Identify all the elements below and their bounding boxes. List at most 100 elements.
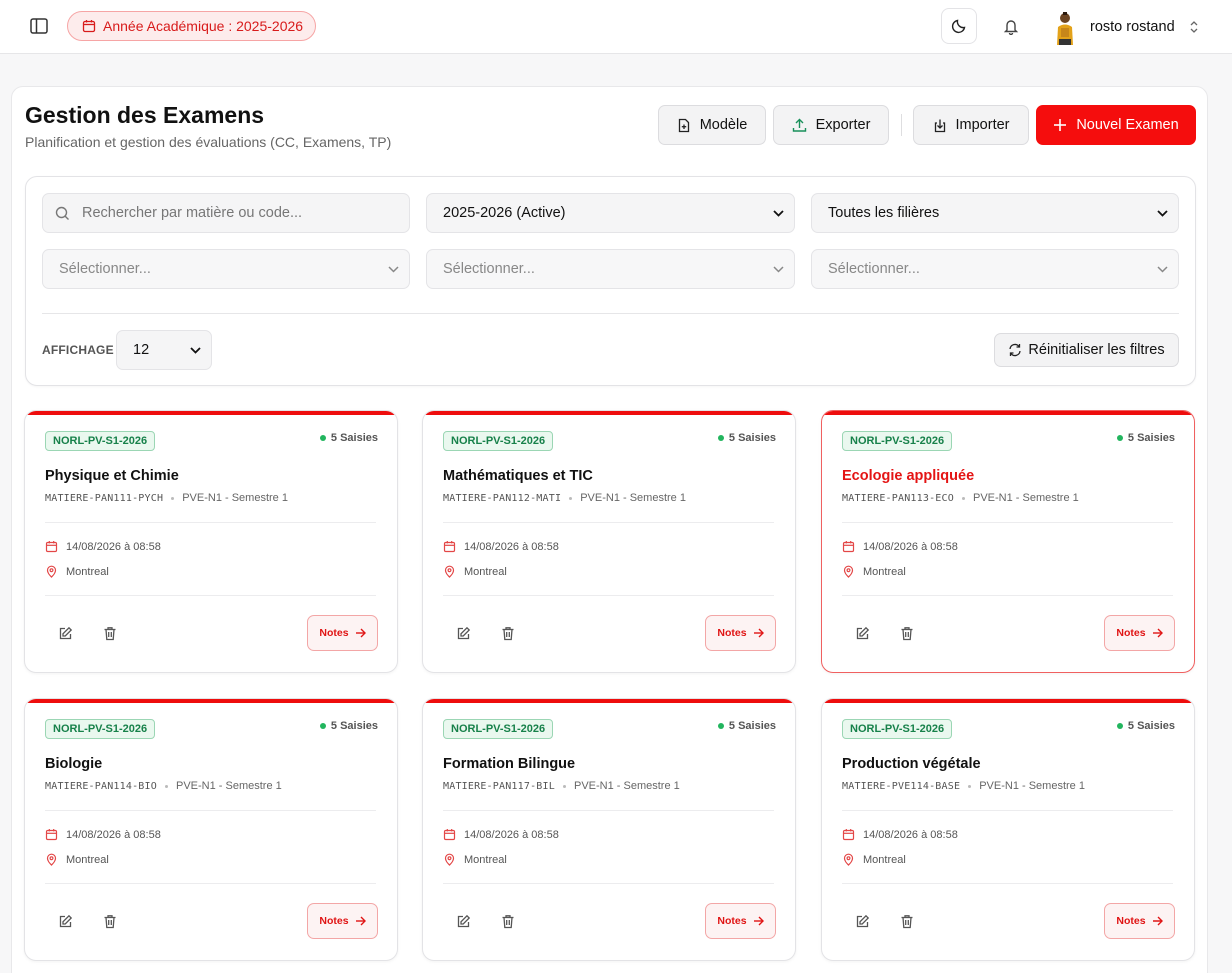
notes-button[interactable]: Notes — [705, 615, 776, 651]
exam-card[interactable]: NORL-PV-S1-2026 5 Saisies Production vég… — [821, 698, 1195, 961]
academic-year-badge[interactable]: Année Académique : 2025-2026 — [67, 11, 317, 41]
notes-button-label: Notes — [319, 915, 349, 927]
template-button[interactable]: Modèle — [658, 105, 766, 145]
trash-icon — [900, 626, 914, 641]
exam-date-label: 14/08/2026 à 08:58 — [464, 540, 559, 553]
trash-icon — [501, 626, 515, 641]
calendar-icon — [45, 828, 58, 841]
reset-filters-button[interactable]: Réinitialiser les filtres — [994, 333, 1179, 367]
card-divider — [443, 595, 774, 596]
edit-button[interactable] — [852, 911, 872, 931]
card-divider — [45, 883, 376, 884]
edit-button[interactable] — [453, 623, 473, 643]
subject-code: MATIERE-PAN113-ECO — [842, 492, 954, 504]
entries-count: 5 Saisies — [1116, 432, 1175, 444]
arrow-right-icon — [1152, 916, 1163, 926]
page-subtitle: Planification et gestion des évaluations… — [25, 134, 392, 150]
pencil-square-icon — [456, 626, 471, 641]
edit-button[interactable] — [55, 911, 75, 931]
top-bar: Année Académique : 2025-2026 rosto rosta… — [0, 0, 1232, 54]
entries-count: 5 Saisies — [1116, 720, 1175, 732]
exam-date: 14/08/2026 à 08:58 — [842, 828, 958, 841]
notes-button[interactable]: Notes — [307, 903, 378, 939]
calendar-icon — [443, 540, 456, 553]
exam-card[interactable]: NORL-PV-S1-2026 5 Saisies Formation Bili… — [422, 698, 796, 961]
exam-title: Production végétale — [842, 756, 981, 772]
notes-button[interactable]: Notes — [1104, 903, 1175, 939]
arrow-right-icon — [753, 916, 764, 926]
academic-year-select-value: 2025-2026 (Active) — [443, 205, 566, 221]
card-divider — [443, 810, 774, 811]
filter-select-2[interactable]: Sélectionner... — [426, 249, 795, 289]
meta-separator — [171, 496, 175, 500]
user-name: rosto rostand — [1090, 19, 1175, 35]
delete-button[interactable] — [897, 623, 917, 643]
exam-meta: MATIERE-PAN113-ECO PVE-N1 - Semestre 1 — [842, 492, 1079, 504]
entries-count: 5 Saisies — [319, 432, 378, 444]
filters-card: Rechercher par matière ou code... 2025-2… — [25, 176, 1196, 386]
chevron-down-icon — [190, 346, 201, 354]
entries-count-label: 5 Saisies — [728, 720, 776, 732]
subject-code: MATIERE-PAN112-MATI — [443, 492, 562, 504]
filter-select-3[interactable]: Sélectionner... — [811, 249, 1179, 289]
notes-button[interactable]: Notes — [307, 615, 378, 651]
user-menu[interactable]: rosto rostand — [1050, 8, 1199, 46]
filiere-select-value: Toutes les filières — [828, 205, 940, 221]
exam-date: 14/08/2026 à 08:58 — [842, 540, 958, 553]
meta-separator — [569, 496, 573, 500]
notes-button[interactable]: Notes — [1104, 615, 1175, 651]
notes-button[interactable]: Notes — [705, 903, 776, 939]
bell-icon — [1003, 18, 1019, 35]
refresh-icon — [1008, 343, 1022, 357]
page-size-select[interactable]: 12 — [116, 330, 212, 370]
filiere-select[interactable]: Toutes les filières — [811, 193, 1179, 233]
new-exam-button[interactable]: Nouvel Examen — [1036, 105, 1196, 145]
export-button[interactable]: Exporter — [773, 105, 889, 145]
notifications-button[interactable] — [999, 14, 1023, 38]
delete-button[interactable] — [897, 911, 917, 931]
delete-button[interactable] — [100, 623, 120, 643]
level-semester: PVE-N1 - Semestre 1 — [175, 780, 282, 792]
delete-button[interactable] — [498, 623, 518, 643]
edit-button[interactable] — [852, 623, 872, 643]
status-dot — [1116, 723, 1123, 729]
download-icon — [933, 118, 947, 133]
edit-button[interactable] — [453, 911, 473, 931]
exam-date-label: 14/08/2026 à 08:58 — [66, 540, 161, 553]
entries-count-label: 5 Saisies — [330, 432, 378, 444]
card-divider — [842, 522, 1173, 523]
pencil-square-icon — [855, 626, 870, 641]
exam-title: Ecologie appliquée — [842, 468, 975, 484]
exam-title: Physique et Chimie — [45, 468, 179, 484]
level-semester: PVE-N1 - Semestre 1 — [972, 492, 1079, 504]
delete-button[interactable] — [498, 911, 518, 931]
meta-separator — [968, 784, 972, 788]
exam-card[interactable]: NORL-PV-S1-2026 5 Saisies Physique et Ch… — [24, 410, 398, 673]
calendar-icon — [842, 828, 855, 841]
theme-toggle-button[interactable] — [941, 8, 977, 44]
search-input[interactable]: Rechercher par matière ou code... — [42, 193, 410, 233]
level-semester: PVE-N1 - Semestre 1 — [182, 492, 288, 504]
delete-button[interactable] — [100, 911, 120, 931]
level-semester: PVE-N1 - Semestre 1 — [573, 780, 680, 792]
import-button[interactable]: Importer — [913, 105, 1029, 145]
notes-button-label: Notes — [717, 627, 747, 639]
exam-card[interactable]: NORL-PV-S1-2026 5 Saisies Biologie MATIE… — [24, 698, 398, 961]
exam-card[interactable]: NORL-PV-S1-2026 5 Saisies Mathématiques … — [422, 410, 796, 673]
sidebar-toggle-icon[interactable] — [27, 15, 51, 37]
exam-card[interactable]: NORL-PV-S1-2026 5 Saisies Ecologie appli… — [821, 410, 1195, 673]
academic-year-select[interactable]: 2025-2026 (Active) — [426, 193, 795, 233]
exam-title: Mathématiques et TIC — [443, 468, 593, 484]
entries-count: 5 Saisies — [717, 720, 776, 732]
filter-select-1-placeholder: Sélectionner... — [59, 261, 151, 277]
entries-count-label: 5 Saisies — [1127, 720, 1175, 732]
calendar-icon — [82, 19, 96, 33]
subject-code: MATIERE-PAN117-BIL — [443, 780, 555, 792]
chevron-down-icon — [1157, 209, 1168, 217]
import-button-label: Importer — [955, 117, 1010, 133]
exam-location-label: Montreal — [863, 565, 906, 578]
edit-button[interactable] — [55, 623, 75, 643]
card-divider — [842, 810, 1173, 811]
subject-code: MATIERE-PAN111-PYCH — [45, 492, 164, 504]
filter-select-1[interactable]: Sélectionner... — [42, 249, 410, 289]
